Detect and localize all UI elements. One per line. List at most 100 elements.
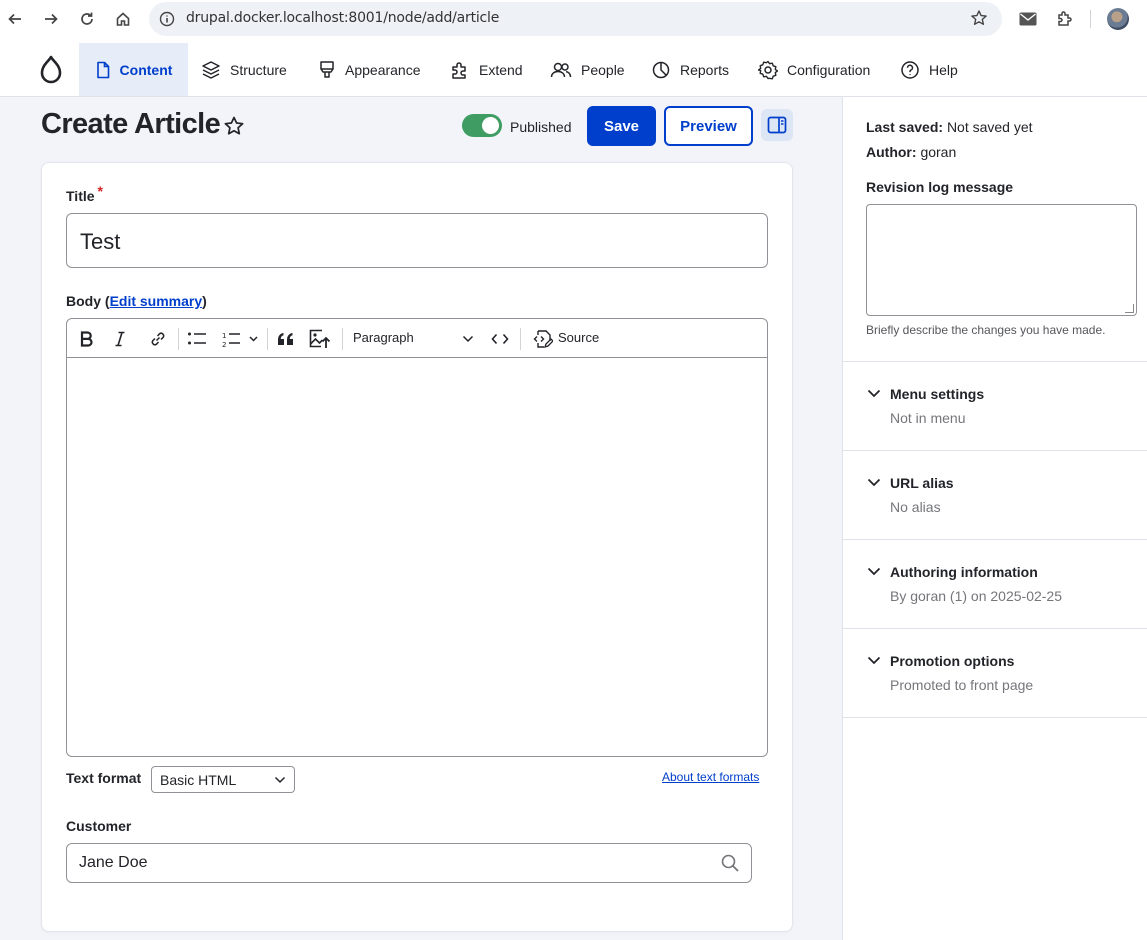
- forward-arrow-icon[interactable]: [39, 7, 63, 31]
- title-label: Title *: [66, 183, 103, 204]
- toolbar-separator: [267, 328, 268, 350]
- people-icon: [550, 62, 572, 77]
- toolbar-item-structure[interactable]: Structure: [201, 43, 287, 96]
- chevron-down-icon: [867, 389, 881, 398]
- toolbar-item-content[interactable]: Content: [79, 43, 188, 96]
- body-label: Body (Edit summary): [66, 293, 207, 309]
- home-icon[interactable]: [111, 7, 135, 31]
- author-value: goran: [920, 144, 957, 160]
- code-icon[interactable]: [489, 327, 511, 351]
- toolbar-separator: [1090, 10, 1091, 28]
- page-title: Create Article: [41, 108, 221, 140]
- site-info-icon[interactable]: [157, 9, 177, 29]
- toolbar-item-extend[interactable]: Extend: [450, 43, 523, 96]
- back-arrow-icon[interactable]: [3, 7, 27, 31]
- toolbar-item-label: Extend: [479, 61, 523, 78]
- preview-button[interactable]: Preview: [664, 106, 753, 146]
- section-summary: Promoted to front page: [890, 677, 1034, 693]
- last-saved-label: Last saved:: [866, 119, 944, 135]
- section-title[interactable]: Menu settings: [890, 386, 984, 402]
- promotion-options-section[interactable]: Promotion options Promoted to front page: [842, 629, 1147, 718]
- toolbar-item-reports[interactable]: Reports: [651, 43, 729, 96]
- section-summary: By goran (1) on 2025-02-25: [890, 588, 1062, 604]
- insert-image-icon[interactable]: [308, 327, 332, 351]
- section-title[interactable]: URL alias: [890, 475, 954, 491]
- svg-text:2: 2: [222, 341, 226, 348]
- customer-input-value[interactable]: Jane Doe: [79, 854, 148, 872]
- section-title[interactable]: Promotion options: [890, 653, 1014, 669]
- last-saved-info: Last saved: Not saved yet: [866, 119, 1033, 135]
- text-format-label: Text format: [66, 770, 142, 786]
- published-label: Published: [510, 119, 572, 135]
- drupal-logo-icon[interactable]: [36, 54, 66, 86]
- chevron-down-icon: [867, 478, 881, 487]
- toolbar-item-label: Help: [929, 61, 958, 78]
- title-input-value[interactable]: Test: [80, 229, 120, 255]
- puzzle-icon: [452, 61, 466, 79]
- revision-log-label: Revision log message: [866, 179, 1014, 195]
- admin-toolbar: Content Structure Appearance Extend Peop…: [0, 43, 1147, 97]
- toolbar-item-label: Content: [119, 61, 173, 78]
- chevron-down-icon: [867, 656, 881, 665]
- svg-text:1: 1: [222, 332, 226, 340]
- edit-summary-link[interactable]: Edit summary: [110, 293, 203, 309]
- about-text-formats-link[interactable]: About text formats: [662, 770, 759, 784]
- revision-log-textarea[interactable]: [866, 204, 1137, 316]
- sidebar-panel-icon: [767, 116, 787, 134]
- menu-settings-section[interactable]: Menu settings Not in menu: [842, 362, 1147, 451]
- section-divider: [842, 717, 1147, 718]
- body-label-text: Body (: [66, 293, 110, 309]
- numbered-list-icon[interactable]: 12: [221, 327, 261, 351]
- bold-icon[interactable]: [77, 327, 97, 351]
- customer-label: Customer: [66, 818, 132, 834]
- bookmark-star-icon[interactable]: [970, 9, 988, 32]
- save-button[interactable]: Save: [587, 106, 656, 146]
- profile-avatar[interactable]: [1107, 8, 1129, 30]
- help-icon: [901, 60, 919, 79]
- toolbar-item-people[interactable]: People: [550, 43, 625, 96]
- extensions-puzzle-icon[interactable]: [1054, 8, 1076, 30]
- link-icon[interactable]: [147, 327, 169, 351]
- source-edit-icon[interactable]: [532, 327, 554, 351]
- url-text[interactable]: drupal.docker.localhost:8001/node/add/ar…: [186, 10, 499, 26]
- body-editor[interactable]: 12 Paragraph Source: [66, 318, 768, 757]
- toolbar-item-appearance[interactable]: Appearance: [318, 43, 421, 96]
- author-info: Author: goran: [866, 144, 956, 160]
- customer-autocomplete-input[interactable]: Jane Doe: [66, 843, 752, 883]
- blockquote-icon[interactable]: [275, 327, 297, 351]
- toolbar-separator: [178, 328, 179, 350]
- toolbar-item-help[interactable]: Help: [900, 43, 958, 96]
- body-label-suffix: ): [202, 293, 207, 309]
- section-title[interactable]: Authoring information: [890, 564, 1038, 580]
- title-input[interactable]: Test: [66, 213, 768, 268]
- toolbar-item-label: People: [581, 61, 625, 78]
- section-summary: Not in menu: [890, 410, 966, 426]
- editor-toolbar: 12 Paragraph Source: [67, 319, 767, 358]
- browser-chrome: drupal.docker.localhost:8001/node/add/ar…: [0, 0, 1147, 38]
- text-format-value[interactable]: Basic HTML: [160, 772, 236, 788]
- published-toggle[interactable]: [462, 114, 502, 137]
- mail-icon[interactable]: [1017, 8, 1039, 30]
- required-marker: *: [97, 183, 103, 199]
- url-alias-section[interactable]: URL alias No alias: [842, 451, 1147, 540]
- title-label-text: Title: [66, 188, 95, 204]
- text-format-select[interactable]: Basic HTML: [151, 766, 295, 793]
- toggle-sidebar-button[interactable]: [761, 109, 793, 141]
- reload-icon[interactable]: [75, 7, 99, 31]
- source-button-label[interactable]: Source: [558, 330, 599, 345]
- revision-log-description: Briefly describe the changes you have ma…: [866, 323, 1106, 337]
- toolbar-item-configuration[interactable]: Configuration: [758, 43, 870, 96]
- italic-icon[interactable]: [110, 327, 130, 351]
- paragraph-format-dropdown[interactable]: Paragraph: [353, 330, 414, 345]
- toolbar-separator: [520, 328, 521, 350]
- authoring-information-section[interactable]: Authoring information By goran (1) on 20…: [842, 540, 1147, 629]
- shortcut-star-icon[interactable]: [223, 115, 245, 142]
- section-summary: No alias: [890, 499, 941, 515]
- chevron-down-icon[interactable]: [460, 327, 476, 351]
- bulleted-list-icon[interactable]: [186, 327, 208, 351]
- document-icon: [96, 61, 109, 78]
- author-label: Author:: [866, 144, 917, 160]
- toolbar-item-label: Configuration: [787, 61, 871, 78]
- toolbar-separator: [342, 328, 343, 350]
- address-bar[interactable]: drupal.docker.localhost:8001/node/add/ar…: [149, 2, 1002, 36]
